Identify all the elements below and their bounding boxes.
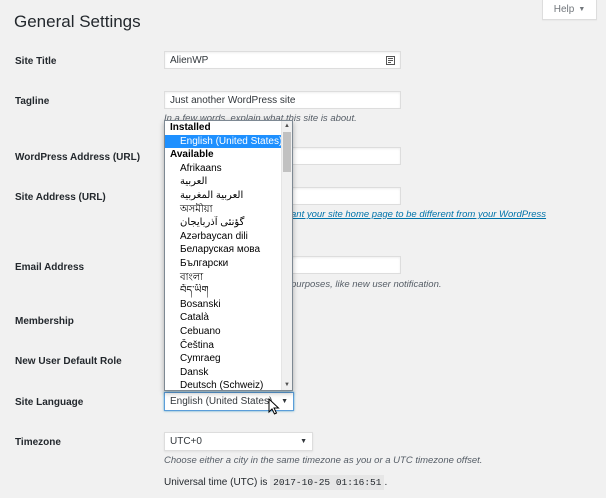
- language-option[interactable]: Azərbaycan dili: [165, 230, 282, 244]
- language-option[interactable]: Bosanski: [165, 298, 282, 312]
- utc-suffix: .: [384, 477, 388, 488]
- language-option[interactable]: Afrikaans: [165, 162, 282, 176]
- timezone-value: UTC+0: [170, 436, 202, 447]
- language-option[interactable]: Български: [165, 257, 282, 271]
- chevron-down-icon: ▼: [281, 398, 288, 405]
- site-title-value: AlienWP: [170, 54, 209, 66]
- optgroup-available-label: Available: [170, 149, 214, 161]
- email-label: Email Address: [15, 262, 85, 273]
- site-address-help-link[interactable]: ant your site home page to be different …: [291, 209, 546, 220]
- language-option[interactable]: گؤنئی آذربایجان: [165, 216, 282, 230]
- language-option[interactable]: English (United States): [165, 134, 282, 149]
- contact-card-icon[interactable]: [386, 55, 395, 65]
- language-option[interactable]: Cebuano: [165, 325, 282, 339]
- chevron-down-icon: ▼: [578, 6, 586, 13]
- tagline-input[interactable]: Just another WordPress site: [164, 91, 401, 109]
- language-option[interactable]: বাংলা: [165, 271, 282, 285]
- site-language-value: English (United States): [170, 396, 273, 407]
- utc-prefix: Universal time (UTC) is: [164, 477, 268, 488]
- wordpress-address-label: WordPress Address (URL): [15, 152, 141, 163]
- mouse-pointer-icon: [268, 398, 280, 415]
- site-title-input[interactable]: AlienWP: [164, 51, 401, 69]
- language-option[interactable]: Čeština: [165, 339, 282, 353]
- language-option[interactable]: العربية المغربية: [165, 189, 282, 203]
- timezone-label: Timezone: [15, 437, 61, 448]
- site-language-label: Site Language: [15, 397, 84, 408]
- site-address-label: Site Address (URL): [15, 192, 106, 203]
- language-option-list: Installed English (United States) Availabl…: [165, 121, 282, 390]
- language-option[interactable]: অসমীয়া: [165, 203, 282, 217]
- language-option[interactable]: བོད་ཡིག: [165, 284, 282, 298]
- language-option[interactable]: العربية: [165, 175, 282, 189]
- language-option[interactable]: Català: [165, 311, 282, 325]
- optgroup-installed-label: Installed: [170, 122, 211, 133]
- help-label: Help: [553, 4, 575, 15]
- utc-time: 2017-10-25 01:16:51: [270, 475, 385, 490]
- help-tab[interactable]: Help ▼: [542, 0, 597, 20]
- language-option[interactable]: Беларуская мова: [165, 243, 282, 257]
- site-language-dropdown[interactable]: Installed English (United States) Availabl…: [164, 120, 293, 391]
- utc-time-line: Universal time (UTC) is 2017-10-25 01:16…: [164, 475, 388, 490]
- email-description: purposes, like new user notification.: [291, 279, 442, 290]
- timezone-description: Choose either a city in the same timezon…: [164, 455, 483, 466]
- timezone-select[interactable]: UTC+0 ▼: [164, 432, 313, 451]
- default-role-label: New User Default Role: [15, 356, 122, 367]
- membership-label: Membership: [15, 316, 74, 327]
- scroll-down-arrow-icon[interactable]: ▼: [282, 380, 292, 390]
- scroll-up-arrow-icon[interactable]: ▲: [282, 121, 292, 131]
- tagline-label: Tagline: [15, 96, 50, 107]
- language-option[interactable]: Deutsch (Schweiz): [165, 379, 282, 390]
- language-option[interactable]: Cymraeg: [165, 352, 282, 366]
- tagline-value: Just another WordPress site: [170, 94, 296, 106]
- site-title-label: Site Title: [15, 56, 57, 67]
- page-title: General Settings: [14, 12, 141, 31]
- chevron-down-icon: ▼: [300, 438, 307, 445]
- scrollbar-thumb[interactable]: [283, 132, 291, 172]
- language-option[interactable]: Dansk: [165, 366, 282, 380]
- dropdown-scrollbar[interactable]: ▲ ▼: [281, 121, 292, 390]
